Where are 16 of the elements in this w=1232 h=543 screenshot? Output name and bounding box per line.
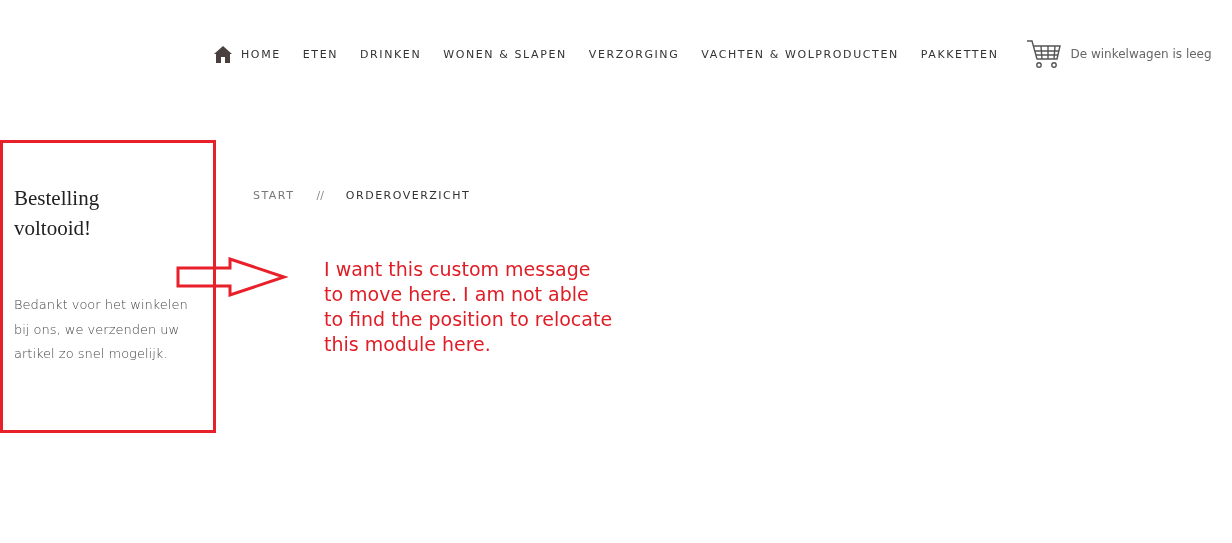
nav-link[interactable]: DRINKEN (360, 47, 422, 61)
nav-link[interactable]: PAKKETTEN (920, 47, 999, 61)
breadcrumb-separator: // (316, 189, 324, 202)
sidebar-title: Bestelling voltooid! (14, 185, 101, 242)
nav-link[interactable]: WONEN & SLAPEN (443, 47, 567, 61)
breadcrumb-link[interactable]: ORDEROVERZICHT (345, 189, 471, 202)
sidebar-text: Bedankt voor het winkelen bij ons, we verzenden uw artikel zo snel mogelijk. (14, 296, 189, 363)
breadcrumb-link[interactable]: START (253, 189, 295, 202)
cart-icon[interactable] (1026, 39, 1063, 69)
nav-link[interactable]: HOME (213, 44, 281, 64)
nav-link[interactable]: VACHTEN & WOLPRODUCTEN (701, 47, 899, 61)
nav-link[interactable]: ETEN (302, 47, 339, 61)
annotation-text: I want this custom message to move here. I am not able to find the position to relocate this module here. (324, 257, 613, 357)
home-icon (213, 44, 233, 64)
cart-status: De winkelwagen is leeg (1070, 47, 1212, 61)
nav-link[interactable]: VERZORGING (588, 47, 680, 61)
